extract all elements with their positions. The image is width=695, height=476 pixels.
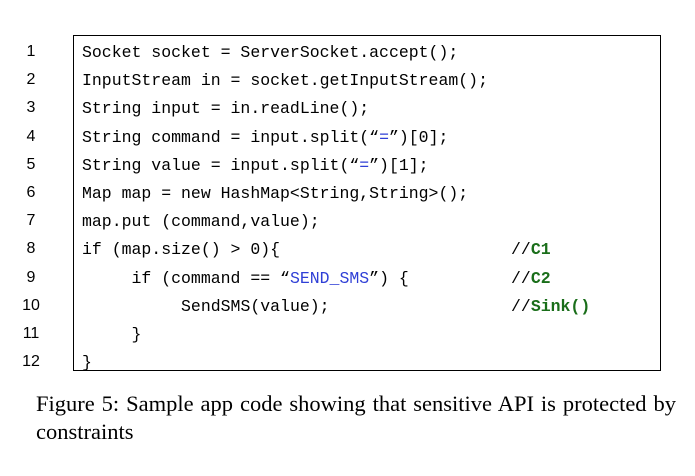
code-token: ”)[1]; <box>369 155 429 175</box>
code-line: 10 SendSMS(value); //Sink() <box>0 297 695 325</box>
code-token: String input = in.readLine(); <box>82 99 370 119</box>
comment-prefix: // <box>511 268 531 288</box>
line-number: 5 <box>26 155 36 173</box>
line-number: 8 <box>26 240 36 258</box>
line-number: 1 <box>26 43 36 60</box>
code-token: map.put (command,value); <box>82 212 320 232</box>
comment-label: C2 <box>530 268 551 288</box>
code-text: } <box>82 325 142 344</box>
line-number: 2 <box>26 71 36 89</box>
code-token: ”)[0]; <box>388 127 449 147</box>
code-token: Socket socket = ServerSocket.accept(); <box>82 43 459 62</box>
code-line: 9 if (command == “SEND_SMS”) { //C2 <box>0 269 695 297</box>
code-token: SendSMS(value); <box>181 296 330 316</box>
code-line: 4 String command = input.split(“=”)[0]; <box>0 128 695 156</box>
code-line: 2 InputStream in = socket.getInputStream(… <box>0 71 695 99</box>
comment-prefix: // <box>511 240 531 260</box>
line-number: 11 <box>22 325 40 342</box>
line-number: 10 <box>22 296 40 314</box>
string-literal: = <box>359 155 370 175</box>
code-line: 1 Socket socket = ServerSocket.accept(); <box>0 43 695 71</box>
code-token: } <box>82 353 92 373</box>
line-number: 12 <box>22 353 40 371</box>
code-token: String command = input.split(“ <box>82 127 380 147</box>
code-text: InputStream in = socket.getInputStream()… <box>82 71 488 90</box>
code-figure: 1 Socket socket = ServerSocket.accept(); 2… <box>0 0 695 476</box>
code-text: Socket socket = ServerSocket.accept(); <box>82 43 458 62</box>
code-token: InputStream in = socket.getInputStream()… <box>82 71 488 91</box>
code-text: map.put (command,value); <box>82 212 320 231</box>
line-number: 6 <box>26 184 36 201</box>
code-text: if (command == “SEND_SMS”) { <box>82 269 409 288</box>
code-text: String command = input.split(“=”)[0]; <box>82 128 448 147</box>
line-number: 4 <box>26 127 36 145</box>
comment-prefix: // <box>511 296 531 316</box>
code-line: 7 map.put (command,value); <box>0 212 695 240</box>
code-token: String value = input.split(“ <box>82 155 360 175</box>
code-text: Map map = new HashMap<String,String>(); <box>82 184 468 203</box>
code-token: Map map = new HashMap<String,String>(); <box>82 184 469 203</box>
code-token: if (command == “ <box>131 268 290 288</box>
code-text: } <box>82 353 92 372</box>
code-token: ”) { <box>369 268 409 288</box>
string-literal: = <box>379 127 389 147</box>
code-line: 11 } <box>0 325 695 353</box>
code-text: String input = in.readLine(); <box>82 99 369 118</box>
code-line: 6 Map map = new HashMap<String,String>(); <box>0 184 695 212</box>
figure-caption: Figure 5: Sample app code showing that s… <box>36 391 676 444</box>
code-text: String value = input.split(“=”)[1]; <box>82 156 429 175</box>
code-token: } <box>131 325 142 344</box>
line-number: 3 <box>26 99 36 117</box>
code-comment: //C1 <box>511 240 551 259</box>
comment-label: C1 <box>530 240 551 260</box>
line-number: 7 <box>26 212 36 230</box>
code-comment: //Sink() <box>511 297 590 316</box>
string-literal: SEND_SMS <box>289 268 370 288</box>
line-number: 9 <box>26 268 36 286</box>
code-line: 5 String value = input.split(“=”)[1]; <box>0 156 695 184</box>
code-comment: //C2 <box>511 269 551 288</box>
code-line: 3 String input = in.readLine(); <box>0 99 695 127</box>
code-token: if (map.size() > 0){ <box>82 240 281 260</box>
code-text: SendSMS(value); <box>82 297 330 316</box>
code-text: if (map.size() > 0){ <box>82 240 280 259</box>
code-line: 8 if (map.size() > 0){ //C1 <box>0 240 695 268</box>
comment-label: Sink() <box>530 296 591 316</box>
code-line: 12} <box>0 353 695 381</box>
